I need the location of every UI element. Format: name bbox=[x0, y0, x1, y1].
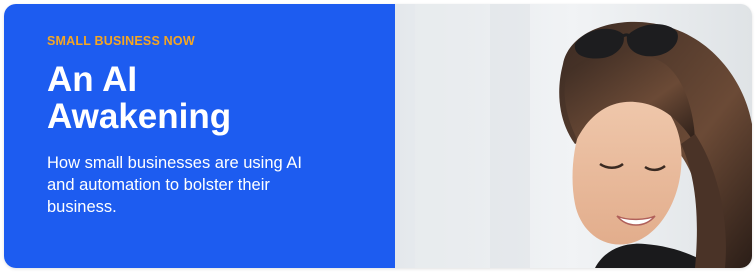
promo-eyebrow: SMALL BUSINESS NOW bbox=[47, 34, 195, 48]
promo-title: An AI Awakening bbox=[47, 61, 395, 135]
promo-title-line-2: Awakening bbox=[47, 97, 232, 136]
promo-photo bbox=[395, 4, 752, 268]
promo-card[interactable]: SMALL BUSINESS NOW An AI Awakening How s… bbox=[4, 4, 752, 268]
promo-description: How small businesses are using AI and au… bbox=[47, 154, 302, 216]
woman-photo-image bbox=[395, 4, 752, 268]
promo-text-panel: SMALL BUSINESS NOW An AI Awakening How s… bbox=[4, 4, 395, 268]
promo-title-line-1: An AI bbox=[47, 60, 138, 99]
